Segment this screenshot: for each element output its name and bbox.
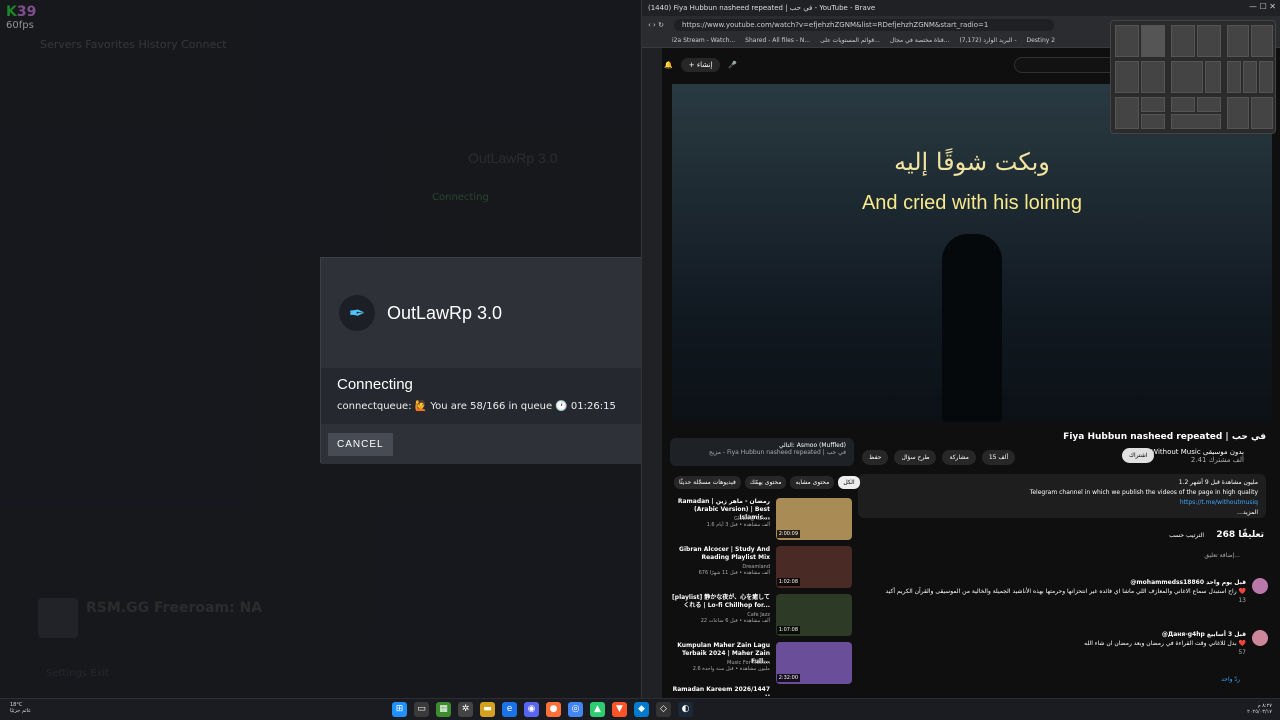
video-player[interactable]: وبكت شوقًا إليه And cried with his loini… — [672, 84, 1272, 422]
weather-widget[interactable]: 18°C غائم جزئيًا — [10, 702, 31, 714]
connection-status: Connecting — [337, 376, 413, 393]
snap-zone[interactable] — [1141, 25, 1165, 57]
system-clock[interactable]: ٨:٢٧ م ٢٠٢٥/٠٣/١٧ — [1247, 703, 1272, 715]
chip[interactable]: الكل — [838, 476, 860, 489]
add-comment-input[interactable]: إضافة تعليق... — [1204, 552, 1240, 559]
snap-zone[interactable] — [1205, 61, 1221, 93]
queue-position: connectqueue: 🙋 You are 58/166 in queue … — [337, 401, 616, 412]
notifications-icon[interactable]: 🔔 — [664, 61, 673, 69]
recommendation-chips: فيديوهات مسجّلة حديثًا محتوى يهمّك محتوى… — [674, 476, 860, 489]
recommended-video[interactable]: 2:00:09 Ramadan | رمضان - ماهر زين (Arab… — [670, 498, 852, 542]
windows-taskbar: 18°C غائم جزئيًا ⊞ ▭ ▦ ✲ ▬ e ◉ ● ◎ ▲ ▼ ◆ … — [0, 698, 1280, 720]
snap-zone[interactable] — [1259, 61, 1273, 93]
playlist-next: التالي: Asmoo (Muffled) — [778, 442, 846, 449]
bookmark-item[interactable]: Shared - All files - N... — [745, 37, 810, 44]
url-field[interactable]: https://www.youtube.com/watch?v=efjehzhZ… — [673, 19, 1054, 31]
snap-zone[interactable] — [1171, 114, 1221, 129]
snap-zone[interactable] — [1227, 61, 1241, 93]
snap-zone[interactable] — [1197, 25, 1221, 57]
minecraft-icon[interactable]: ▦ — [436, 702, 451, 717]
dialog-title: OutLawRp 3.0 — [387, 302, 503, 323]
video-subtitle: And cried with his loining — [861, 192, 1083, 214]
snap-zone[interactable] — [1115, 61, 1139, 93]
recommended-video[interactable]: Ramadan Kareem 2026/1447 H — [670, 686, 852, 696]
taskbar-apps: ⊞ ▭ ▦ ✲ ▬ e ◉ ● ◎ ▲ ▼ ◆ ◇ ◐ — [392, 702, 693, 717]
bookmark-item[interactable]: Destiny 2 — [1026, 37, 1055, 44]
mic-icon[interactable]: 🎤 — [728, 61, 737, 69]
bookmark-item[interactable]: قوائم المستويات على... — [820, 37, 880, 44]
channel-info[interactable]: Without Music بدون موسيقى 2.41 ألف مشترك — [1151, 448, 1244, 464]
save-button[interactable]: حفظ — [862, 450, 889, 465]
video-actions: حفظ طرح سؤال مشاركة 15 ألف — [862, 450, 1016, 465]
comment: @Даня-g4hp قبل 3 أسابيع بدل للاغاني وقت … — [868, 630, 1268, 657]
ask-button[interactable]: طرح سؤال — [894, 450, 937, 465]
snap-zone[interactable] — [1227, 25, 1249, 57]
comment: @mohammedss18860 قبل يوم واحد راح استبدل… — [868, 578, 1268, 605]
snap-zone[interactable] — [1197, 97, 1221, 112]
snap-zone[interactable] — [1243, 61, 1257, 93]
recommended-video[interactable]: 1:07:08 [playlist] 静かな夜が、心を癒してくれる | Lo-f… — [670, 594, 852, 638]
video-title: Fiya Hubbun nasheed repeated | في حب — [1063, 432, 1266, 442]
start-icon[interactable]: ⊞ — [392, 702, 407, 717]
chrome-icon[interactable]: ◎ — [568, 702, 583, 717]
steam-icon[interactable]: ◐ — [678, 702, 693, 717]
snap-zone[interactable] — [1141, 114, 1165, 129]
snap-zone[interactable] — [1115, 97, 1139, 129]
snap-zone[interactable] — [1171, 97, 1195, 112]
snap-zone[interactable] — [1141, 97, 1165, 112]
snap-zone[interactable] — [1115, 25, 1139, 57]
bookmark-item[interactable]: البريد الوارد (7,172) - — [959, 37, 1016, 44]
app-icon[interactable]: ✲ — [458, 702, 473, 717]
snap-zone[interactable] — [1141, 61, 1165, 93]
vscode-icon[interactable]: ◆ — [634, 702, 649, 717]
forward-icon[interactable]: › — [653, 21, 656, 29]
brave-icon[interactable]: ▼ — [612, 702, 627, 717]
video-description[interactable]: 1.2 مليون مشاهدة قبل 9 أشهر Telegram cha… — [858, 474, 1266, 518]
comments-count: 268 تعليقًا — [1216, 530, 1264, 540]
window-title: (1440) Fiya Hubbun nasheed repeated | في… — [642, 0, 1280, 16]
subscribe-button[interactable]: اشتراك — [1122, 448, 1155, 463]
discord-icon[interactable]: ◉ — [524, 702, 539, 717]
like-button[interactable]: 15 ألف — [981, 450, 1016, 465]
playlist-name: مزيج - Fiya Hubbun nasheed repeated | في… — [708, 449, 846, 456]
video-silhouette — [942, 234, 1002, 422]
playlist-panel[interactable]: التالي: Asmoo (Muffled) مزيج - Fiya Hubb… — [670, 438, 854, 466]
bookmark-item[interactable]: i2a Stream - Watch... — [672, 37, 735, 44]
taskview-icon[interactable]: ▭ — [414, 702, 429, 717]
snap-zone[interactable] — [1227, 97, 1249, 129]
chip[interactable]: محتوى مشابه — [790, 476, 835, 489]
bookmark-item[interactable]: قناة مختصة في مجال... — [890, 37, 950, 44]
app-icon[interactable]: ▲ — [590, 702, 605, 717]
chip[interactable]: فيديوهات مسجّلة حديثًا — [674, 476, 741, 489]
snap-layouts-menu — [1110, 20, 1276, 134]
snap-zone[interactable] — [1251, 25, 1273, 57]
snap-zone[interactable] — [1251, 97, 1273, 129]
cancel-button[interactable]: CANCEL — [328, 433, 393, 456]
window-controls[interactable]: — ☐ ✕ — [1249, 2, 1276, 11]
explorer-icon[interactable]: ▬ — [480, 702, 495, 717]
snap-zone[interactable] — [1171, 61, 1203, 93]
edge-icon[interactable]: e — [502, 702, 517, 717]
snap-zone[interactable] — [1171, 25, 1195, 57]
chip[interactable]: محتوى يهمّك — [744, 476, 787, 489]
recommended-video[interactable]: 1:02:08 Gibran Alcocer | Study And Readi… — [670, 546, 852, 590]
avatar[interactable] — [1252, 630, 1268, 646]
avatar[interactable] — [1252, 578, 1268, 594]
create-button[interactable]: + إنشاء — [680, 58, 721, 72]
replies-link[interactable]: ردّ واحد — [1221, 676, 1240, 683]
connecting-dialog: ✒ OutLawRp 3.0 Connecting connectqueue: … — [320, 257, 650, 464]
browser-sidebar[interactable] — [642, 48, 662, 698]
back-icon[interactable]: ‹ — [648, 21, 651, 29]
recommended-video[interactable]: 2:32:00 Kumpulan Maher Zain Lagu Terbaik… — [670, 642, 852, 686]
reload-icon[interactable]: ↻ — [658, 21, 664, 29]
firefox-icon[interactable]: ● — [546, 702, 561, 717]
share-button[interactable]: مشاركة — [942, 450, 976, 465]
app-icon[interactable]: ◇ — [656, 702, 671, 717]
video-arabic-text: وبكت شوقًا إليه — [894, 148, 1050, 176]
sort-button[interactable]: الترتيب حسب — [1169, 532, 1204, 539]
outlaw-logo-icon: ✒ — [339, 295, 375, 331]
